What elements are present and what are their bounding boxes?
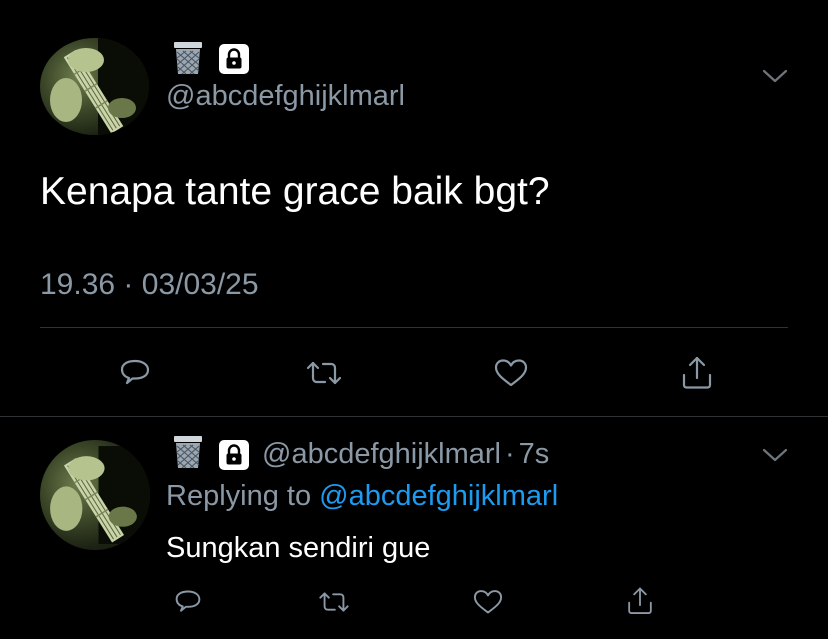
- avatar[interactable]: [40, 38, 149, 135]
- retweet-button[interactable]: [299, 350, 349, 396]
- lock-icon: [219, 440, 249, 470]
- share-button[interactable]: [618, 580, 662, 622]
- like-icon: [494, 359, 528, 387]
- retweet-icon: [319, 592, 349, 612]
- chevron-down-icon[interactable]: [760, 445, 790, 470]
- replying-prefix: Replying to: [166, 480, 312, 512]
- tweet-text: Kenapa tante grace baik bgt?: [40, 170, 550, 213]
- tweet-text: Sungkan sendiri gue: [166, 532, 431, 564]
- replying-to-line: Replying to @abcdefghijklmarl: [166, 480, 558, 513]
- separator: ·: [123, 268, 134, 301]
- time: 19.36: [40, 268, 116, 301]
- like-button[interactable]: [486, 350, 536, 396]
- chevron-down-icon[interactable]: [760, 66, 790, 91]
- separator: ·: [504, 438, 515, 470]
- wastebasket-emoji-icon: [170, 40, 206, 76]
- tweet-age[interactable]: 7s: [519, 438, 550, 470]
- reply-button[interactable]: [166, 582, 210, 622]
- share-button[interactable]: [672, 350, 722, 396]
- lock-icon: [219, 44, 249, 74]
- avatar[interactable]: [40, 440, 150, 550]
- replying-mention-link[interactable]: @abcdefghijklmarl: [319, 480, 558, 512]
- handle[interactable]: @abcdefghijklmarl: [166, 80, 405, 113]
- retweet-icon: [306, 361, 342, 385]
- reply-button[interactable]: [110, 350, 160, 396]
- divider: [40, 327, 788, 328]
- reply-icon: [120, 359, 150, 385]
- tweet-separator: [0, 416, 828, 417]
- reply-header: @abcdefghijklmarl · 7s: [262, 438, 549, 471]
- retweet-button[interactable]: [312, 582, 356, 622]
- like-icon: [473, 590, 503, 614]
- timestamp: 19.36 · 03/03/25: [40, 268, 259, 302]
- wastebasket-emoji-icon: [170, 434, 206, 470]
- handle[interactable]: @abcdefghijklmarl: [262, 438, 501, 470]
- date[interactable]: 03/03/25: [142, 268, 259, 301]
- share-icon: [628, 587, 652, 614]
- reply-icon: [175, 590, 201, 612]
- share-icon: [682, 356, 712, 389]
- like-button[interactable]: [466, 582, 510, 622]
